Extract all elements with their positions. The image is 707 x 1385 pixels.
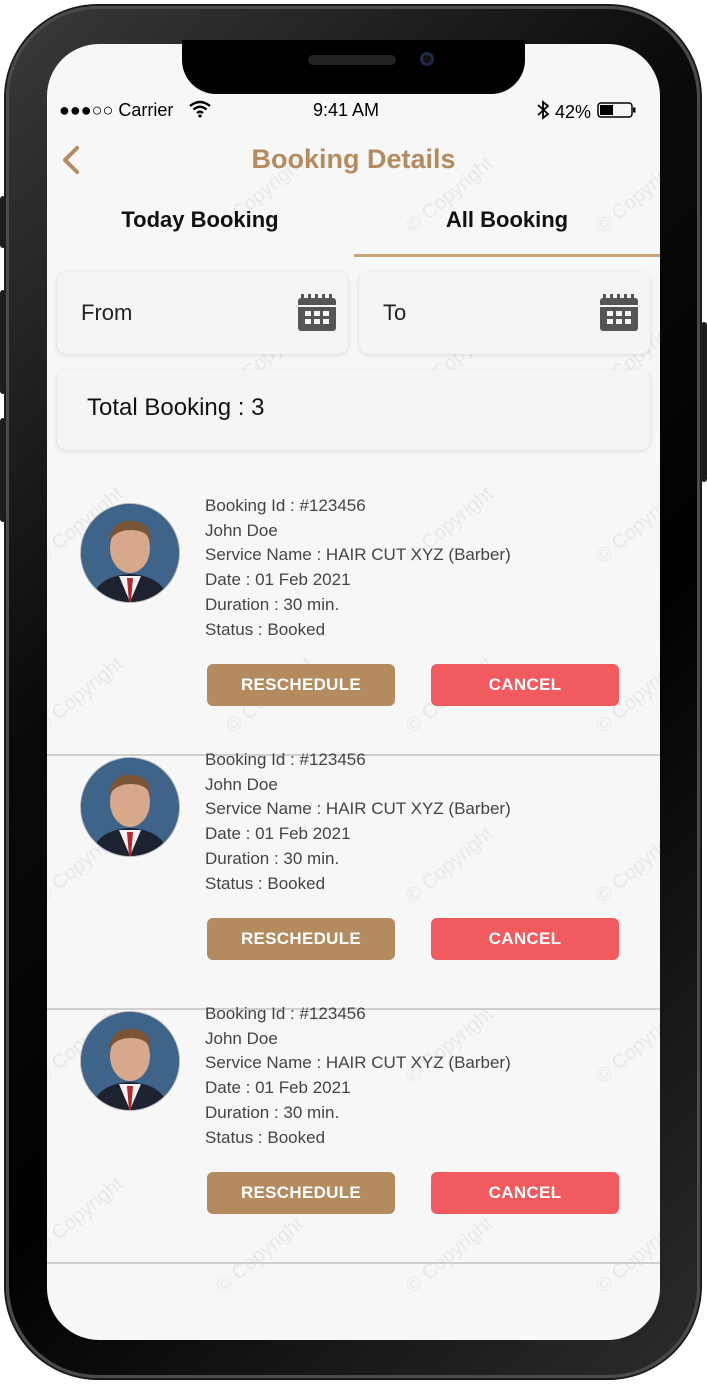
battery-icon: [597, 101, 637, 124]
cancel-button[interactable]: CANCEL: [431, 1172, 619, 1214]
booking-duration: Duration : 30 min.: [205, 848, 340, 868]
booking-status: Status : Booked: [205, 619, 326, 639]
avatar: [81, 504, 179, 602]
calendar-icon[interactable]: [297, 294, 337, 332]
service-name: Service Name : HAIR CUT XYZ (Barber): [205, 799, 511, 819]
phone-notch: [182, 40, 525, 94]
booking-date: Date : 01 Feb 2021: [205, 570, 351, 590]
phone-speaker: [308, 55, 396, 65]
calendar-icon[interactable]: [599, 294, 639, 332]
bluetooth-icon: [537, 100, 550, 125]
page-title: Booking Details: [251, 144, 456, 174]
front-camera: [420, 52, 434, 66]
status-right: 42%: [537, 100, 637, 125]
booking-tabs: Today Booking All Booking: [47, 192, 660, 258]
booking-status: Status : Booked: [205, 1127, 326, 1147]
battery-percent: 42%: [555, 102, 592, 122]
card-divider: [47, 1262, 660, 1264]
reschedule-button[interactable]: RESCHEDULE: [207, 1172, 395, 1214]
customer-name: John Doe: [205, 1028, 278, 1048]
reschedule-button[interactable]: RESCHEDULE: [207, 918, 395, 960]
booking-info: Booking Id : #123456 John Doe Service Na…: [205, 494, 511, 642]
avatar: [81, 1012, 179, 1110]
booking-date: Date : 01 Feb 2021: [205, 824, 351, 844]
tab-today-booking[interactable]: Today Booking: [47, 192, 353, 254]
from-label: From: [81, 300, 133, 325]
avatar: [81, 758, 179, 856]
booking-info: Booking Id : #123456 John Doe Service Na…: [205, 1002, 511, 1150]
total-booking-label: Total Booking : 3: [87, 394, 265, 421]
screen: © Copyright © Copyright © Copyright © Co…: [47, 44, 660, 1340]
mute-switch: [0, 196, 6, 248]
power-button: [701, 322, 707, 482]
service-name: Service Name : HAIR CUT XYZ (Barber): [205, 545, 511, 565]
volume-up-button: [0, 290, 6, 394]
booking-id: Booking Id : #123456: [205, 750, 366, 769]
booking-card: Booking Id : #123456 John Doe Service Na…: [47, 496, 660, 756]
cancel-button[interactable]: CANCEL: [431, 664, 619, 706]
tab-all-booking[interactable]: All Booking: [354, 192, 660, 254]
booking-card: Booking Id : #123456 John Doe Service Na…: [47, 750, 660, 1010]
booking-duration: Duration : 30 min.: [205, 1102, 340, 1122]
booking-id: Booking Id : #123456: [205, 1004, 366, 1023]
wifi-icon: [189, 100, 211, 123]
from-date-field[interactable]: From: [57, 272, 348, 354]
volume-down-button: [0, 418, 6, 522]
total-booking-card: Total Booking : 3: [57, 370, 650, 450]
to-date-field[interactable]: To: [359, 272, 650, 354]
booking-status: Status : Booked: [205, 873, 326, 893]
reschedule-button[interactable]: RESCHEDULE: [207, 664, 395, 706]
customer-name: John Doe: [205, 774, 278, 794]
booking-id: Booking Id : #123456: [205, 496, 366, 515]
clock-time: 9:41 AM: [313, 100, 380, 120]
booking-info: Booking Id : #123456 John Doe Service Na…: [205, 748, 511, 896]
carrier-label: ●●●○○ Carrier: [59, 100, 174, 120]
cancel-button[interactable]: CANCEL: [431, 918, 619, 960]
customer-name: John Doe: [205, 520, 278, 540]
service-name: Service Name : HAIR CUT XYZ (Barber): [205, 1053, 511, 1073]
booking-date: Date : 01 Feb 2021: [205, 1078, 351, 1098]
booking-card: Booking Id : #123456 John Doe Service Na…: [47, 1004, 660, 1264]
booking-duration: Duration : 30 min.: [205, 594, 340, 614]
active-tab-indicator: [354, 254, 660, 257]
to-label: To: [383, 300, 407, 325]
